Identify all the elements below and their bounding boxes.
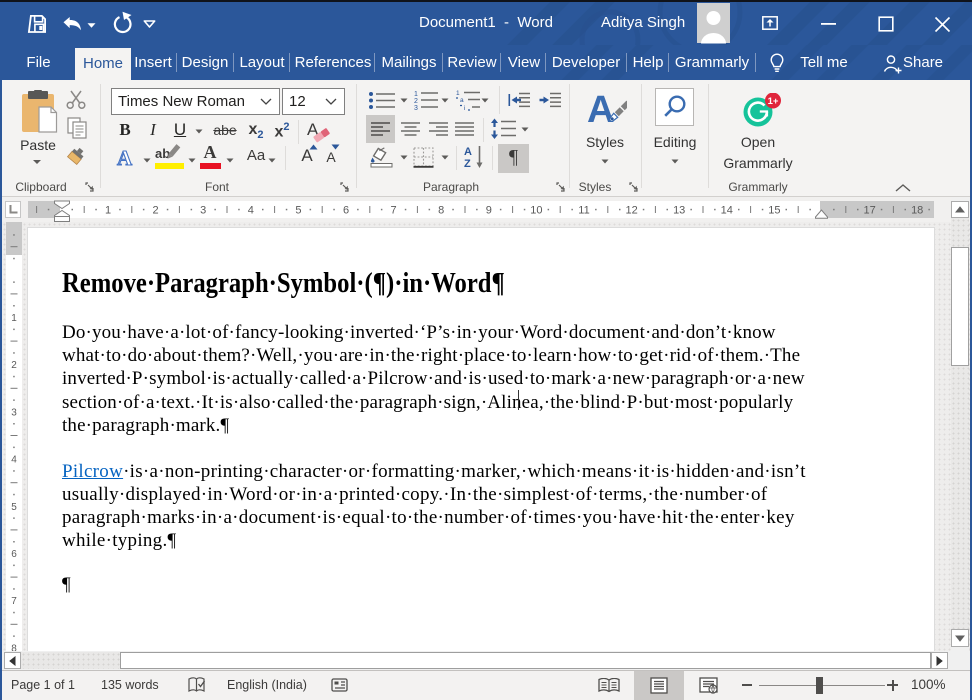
svg-text:13: 13 xyxy=(673,205,685,217)
svg-text:3: 3 xyxy=(200,205,206,217)
svg-text:5: 5 xyxy=(11,502,17,513)
svg-text:3: 3 xyxy=(11,407,17,418)
svg-text:1+: 1+ xyxy=(768,96,779,107)
svg-text:17: 17 xyxy=(863,205,875,217)
svg-text:1: 1 xyxy=(11,313,17,324)
svg-text:A: A xyxy=(117,146,133,170)
svg-text:2: 2 xyxy=(153,205,159,217)
svg-text:6: 6 xyxy=(11,549,17,560)
svg-text:1: 1 xyxy=(105,205,111,217)
svg-text:7: 7 xyxy=(391,205,397,217)
svg-text:a: a xyxy=(460,97,464,104)
svg-text:2: 2 xyxy=(414,98,418,105)
svg-text:3: 3 xyxy=(414,105,418,111)
svg-text:i: i xyxy=(464,105,465,111)
svg-text:2: 2 xyxy=(11,360,17,371)
svg-text:4: 4 xyxy=(11,455,17,466)
svg-text:11: 11 xyxy=(578,205,589,217)
svg-text:7: 7 xyxy=(11,596,17,607)
svg-text:14: 14 xyxy=(721,205,733,217)
svg-text:8: 8 xyxy=(438,205,444,217)
svg-text:4: 4 xyxy=(248,205,254,217)
svg-text:1: 1 xyxy=(456,90,460,97)
svg-text:12: 12 xyxy=(625,205,637,217)
svg-text:A: A xyxy=(464,146,472,158)
svg-text:10: 10 xyxy=(530,205,542,217)
svg-text:18: 18 xyxy=(911,205,923,217)
svg-text:A: A xyxy=(587,90,614,128)
svg-text:Z: Z xyxy=(464,158,471,169)
svg-text:15: 15 xyxy=(768,205,780,217)
svg-text:9: 9 xyxy=(486,205,492,217)
svg-text:5: 5 xyxy=(295,205,301,217)
svg-text:6: 6 xyxy=(343,205,349,217)
svg-text:1: 1 xyxy=(414,91,418,98)
svg-text:8: 8 xyxy=(11,643,17,651)
